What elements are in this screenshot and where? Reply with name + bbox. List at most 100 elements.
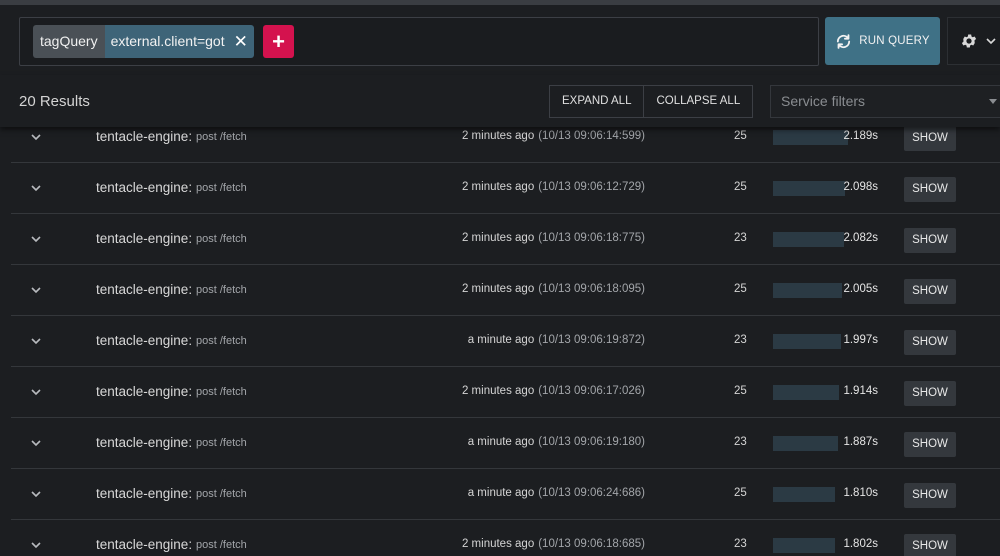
trace-span-count: 25 xyxy=(734,181,747,193)
trace-relative-time: 2 minutes ago xyxy=(461,232,535,244)
trace-duration-bar xyxy=(773,181,845,196)
trace-duration-bar xyxy=(773,130,848,145)
run-query-button[interactable]: RUN QUERY xyxy=(825,17,940,65)
trace-span-count: 25 xyxy=(734,130,747,142)
chevron-down-icon[interactable] xyxy=(30,234,42,244)
trace-row[interactable]: tentacle-engine: post /fetch 23 2.082s 2 min… xyxy=(11,214,1000,265)
trace-service-name: tentacle-engine: xyxy=(96,180,193,195)
show-trace-button[interactable]: SHOW xyxy=(904,228,956,253)
trace-service-name: tentacle-engine: xyxy=(96,282,193,297)
chevron-down-icon xyxy=(986,38,996,45)
query-chip-key: tagQuery xyxy=(33,25,105,58)
trace-timestamp: 2 minutes ago (10/13 09:06:12:729) xyxy=(462,181,645,193)
trace-duration: 2.189s xyxy=(843,130,878,142)
plus-icon: + xyxy=(272,28,285,54)
close-icon[interactable]: ✕ xyxy=(234,25,248,58)
chevron-down-icon[interactable] xyxy=(30,438,42,448)
show-trace-button[interactable]: SHOW xyxy=(904,483,956,508)
trace-span-count: 25 xyxy=(734,385,747,397)
trace-absolute-time: (10/13 09:06:18:095) xyxy=(538,283,645,295)
trace-service-name: tentacle-engine: xyxy=(96,537,193,552)
trace-operation: post /fetch xyxy=(196,386,247,398)
trace-operation: post /fetch xyxy=(196,437,247,449)
trace-operation: post /fetch xyxy=(196,284,247,296)
trace-absolute-time: (10/13 09:06:18:775) xyxy=(538,232,645,244)
query-input-box[interactable]: tagQuery external.client=got ✕ + xyxy=(19,17,819,66)
trace-span-count: 23 xyxy=(734,436,747,448)
show-trace-button[interactable]: SHOW xyxy=(904,381,956,406)
trace-relative-time: 2 minutes ago xyxy=(461,283,535,295)
trace-duration: 1.810s xyxy=(843,487,878,499)
trace-row[interactable]: tentacle-engine: post /fetch 23 1.802s 2 min… xyxy=(11,520,1000,556)
trace-row[interactable]: tentacle-engine: post /fetch 25 1.810s a min… xyxy=(11,469,1000,520)
trace-duration: 2.005s xyxy=(843,283,878,295)
trace-duration-bar xyxy=(773,487,835,502)
show-trace-button[interactable]: SHOW xyxy=(904,432,956,457)
trace-timestamp: 2 minutes ago (10/13 09:06:17:026) xyxy=(462,385,645,397)
trace-list: tentacle-engine: post /fetch 25 2.189s 2 min… xyxy=(11,112,1000,556)
query-chip[interactable]: tagQuery external.client=got ✕ xyxy=(33,25,254,58)
trace-duration-bar xyxy=(773,334,841,349)
chevron-down-icon[interactable] xyxy=(30,285,42,295)
trace-duration-bar xyxy=(773,538,835,553)
trace-timestamp: a minute ago (10/13 09:06:19:180) xyxy=(468,436,645,448)
add-query-button[interactable]: + xyxy=(263,25,294,58)
trace-timestamp: 2 minutes ago (10/13 09:06:18:095) xyxy=(462,283,645,295)
trace-timestamp: 2 minutes ago (10/13 09:06:18:775) xyxy=(462,232,645,244)
trace-timestamp: 2 minutes ago (10/13 09:06:14:599) xyxy=(462,130,645,142)
trace-duration: 2.098s xyxy=(843,181,878,193)
service-filter-select[interactable]: Service filters xyxy=(770,85,1000,118)
trace-operation: post /fetch xyxy=(196,488,247,500)
results-count: 20 Results xyxy=(19,93,90,110)
trace-duration: 1.802s xyxy=(843,538,878,550)
chevron-down-icon[interactable] xyxy=(30,489,42,499)
show-trace-button[interactable]: SHOW xyxy=(904,330,956,355)
trace-duration: 1.914s xyxy=(843,385,878,397)
trace-service-name: tentacle-engine: xyxy=(96,333,193,348)
trace-absolute-time: (10/13 09:06:19:180) xyxy=(538,436,645,448)
results-header: 20 Results EXPAND ALL COLLAPSE ALL Servi… xyxy=(0,75,1000,127)
show-trace-button[interactable]: SHOW xyxy=(904,126,956,151)
query-toolbar: tagQuery external.client=got ✕ + RUN QUE… xyxy=(0,5,1000,75)
trace-relative-time: 2 minutes ago xyxy=(461,181,535,193)
trace-operation: post /fetch xyxy=(196,539,247,551)
trace-span-count: 23 xyxy=(734,334,747,346)
trace-absolute-time: (10/13 09:06:14:599) xyxy=(538,130,645,142)
show-trace-button[interactable]: SHOW xyxy=(904,279,956,304)
gear-icon xyxy=(961,34,977,48)
chevron-down-icon[interactable] xyxy=(30,540,42,550)
settings-button[interactable] xyxy=(947,17,1000,65)
chevron-down-icon[interactable] xyxy=(30,183,42,193)
trace-absolute-time: (10/13 09:06:19:872) xyxy=(538,334,645,346)
trace-relative-time: a minute ago xyxy=(467,487,535,499)
trace-relative-time: 2 minutes ago xyxy=(461,538,535,550)
chevron-down-icon[interactable] xyxy=(30,336,42,346)
trace-row[interactable]: tentacle-engine: post /fetch 23 1.887s a min… xyxy=(11,418,1000,469)
trace-row[interactable]: tentacle-engine: post /fetch 25 2.098s 2 min… xyxy=(11,163,1000,214)
trace-service-name: tentacle-engine: xyxy=(96,486,193,501)
trace-row[interactable]: tentacle-engine: post /fetch 25 2.005s 2 min… xyxy=(11,265,1000,316)
expand-collapse-group: EXPAND ALL COLLAPSE ALL xyxy=(549,85,754,118)
trace-relative-time: 2 minutes ago xyxy=(461,385,535,397)
trace-duration-bar xyxy=(773,385,839,400)
expand-all-button[interactable]: EXPAND ALL xyxy=(549,85,645,118)
service-filter-placeholder: Service filters xyxy=(781,93,866,109)
trace-row[interactable]: tentacle-engine: post /fetch 23 1.997s a min… xyxy=(11,316,1000,367)
trace-absolute-time: (10/13 09:06:12:729) xyxy=(538,181,645,193)
trace-operation: post /fetch xyxy=(196,233,247,245)
trace-absolute-time: (10/13 09:06:17:026) xyxy=(538,385,645,397)
chevron-down-icon[interactable] xyxy=(30,387,42,397)
trace-duration: 1.887s xyxy=(843,436,878,448)
chevron-down-icon[interactable] xyxy=(30,132,42,142)
trace-relative-time: 2 minutes ago xyxy=(461,130,535,142)
trace-row[interactable]: tentacle-engine: post /fetch 25 1.914s 2 min… xyxy=(11,367,1000,418)
show-trace-button[interactable]: SHOW xyxy=(904,177,956,202)
trace-span-count: 25 xyxy=(734,283,747,295)
show-trace-button[interactable]: SHOW xyxy=(904,534,956,556)
trace-relative-time: a minute ago xyxy=(467,334,535,346)
trace-duration-bar xyxy=(773,283,842,298)
trace-span-count: 23 xyxy=(734,232,747,244)
collapse-all-button[interactable]: COLLAPSE ALL xyxy=(644,85,754,118)
query-chip-value: external.client=got ✕ xyxy=(104,25,254,58)
trace-absolute-time: (10/13 09:06:24:686) xyxy=(538,487,645,499)
